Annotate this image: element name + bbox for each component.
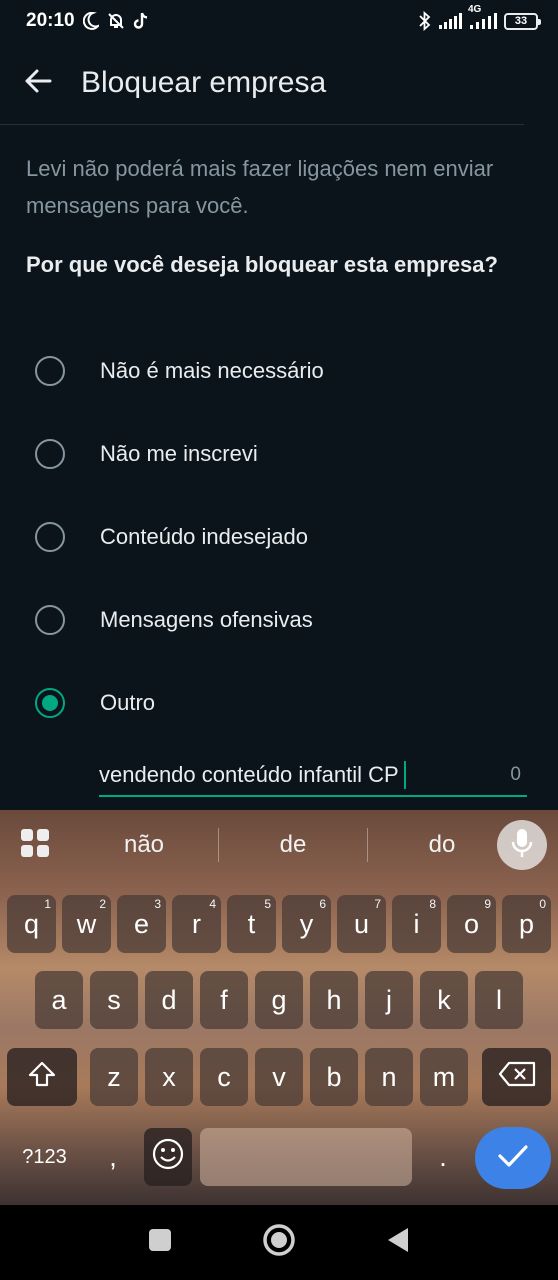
backspace-icon: [498, 1061, 536, 1094]
key-n[interactable]: n: [365, 1048, 413, 1106]
key-r[interactable]: r4: [172, 895, 221, 953]
suggestion-3[interactable]: do: [368, 831, 516, 859]
status-bar: 20:10 4G 33: [0, 0, 558, 42]
radio-button[interactable]: [35, 355, 65, 386]
other-reason-input[interactable]: vendendo conteúdo infantil CP 0: [99, 755, 527, 797]
period-key[interactable]: .: [419, 1128, 467, 1186]
recents-square-icon[interactable]: [148, 1228, 172, 1257]
key-u[interactable]: u7: [337, 895, 386, 953]
key-b[interactable]: b: [310, 1048, 358, 1106]
home-circle-icon[interactable]: [262, 1223, 296, 1262]
key-v[interactable]: v: [255, 1048, 303, 1106]
key-h[interactable]: h: [310, 971, 358, 1029]
signal-4g-icon: 4G: [468, 4, 498, 29]
back-triangle-icon[interactable]: [386, 1226, 410, 1259]
checkmark-icon: [497, 1144, 529, 1173]
network-type-label: 4G: [468, 4, 482, 15]
reason-option-other[interactable]: Outro: [0, 661, 558, 744]
key-e[interactable]: e3: [117, 895, 166, 953]
option-label: Não é mais necessário: [100, 357, 324, 383]
radio-button[interactable]: [35, 438, 65, 469]
key-s[interactable]: s: [90, 971, 138, 1029]
shift-icon: [28, 1061, 56, 1094]
status-icons-right: 4G 33: [418, 4, 541, 31]
key-f[interactable]: f: [200, 971, 248, 1029]
suggestion-1[interactable]: não: [70, 831, 218, 859]
reason-option-offensive-messages[interactable]: Mensagens ofensivas: [0, 578, 558, 661]
block-reason-question: Por que você deseja bloquear esta empres…: [26, 252, 498, 277]
space-key[interactable]: [200, 1128, 412, 1186]
battery-icon: 33: [504, 12, 541, 30]
suggestion-bar: não de do: [0, 810, 558, 880]
option-label: Conteúdo indesejado: [100, 523, 308, 549]
radio-button-selected[interactable]: [35, 687, 65, 718]
status-icons-left: [82, 12, 149, 30]
key-x[interactable]: x: [145, 1048, 193, 1106]
backspace-key[interactable]: [482, 1048, 551, 1106]
key-l[interactable]: l: [475, 971, 523, 1029]
emoji-icon: [152, 1138, 184, 1177]
key-a[interactable]: a: [35, 971, 83, 1029]
tiktok-icon: [133, 12, 149, 30]
bell-off-icon: [107, 12, 125, 30]
moon-icon: [82, 12, 99, 30]
signal-icon: [438, 13, 462, 29]
key-i[interactable]: i8: [392, 895, 441, 953]
char-counter: 0: [510, 764, 521, 785]
radio-button[interactable]: [35, 604, 65, 635]
key-c[interactable]: c: [200, 1048, 248, 1106]
shift-key[interactable]: [7, 1048, 77, 1106]
key-y[interactable]: y6: [282, 895, 331, 953]
reason-option-unwanted-content[interactable]: Conteúdo indesejado: [0, 495, 558, 578]
soft-keyboard: não de do q1 w2 e3 r4 t5 y6 u7 i8 o9 p0 …: [0, 810, 558, 1205]
app-bar: Bloquear empresa: [0, 42, 558, 124]
suggestion-2[interactable]: de: [219, 831, 367, 859]
option-label: Mensagens ofensivas: [100, 606, 313, 632]
key-p[interactable]: p0: [502, 895, 551, 953]
back-button[interactable]: [0, 42, 76, 124]
microphone-icon: [511, 828, 533, 863]
page-title: Bloquear empresa: [81, 66, 327, 99]
block-description: Levi não poderá mais fazer ligações nem …: [26, 156, 494, 218]
key-t[interactable]: t5: [227, 895, 276, 953]
bluetooth-icon: [418, 11, 432, 31]
other-reason-text: vendendo conteúdo infantil CP: [99, 762, 399, 787]
key-q[interactable]: q1: [7, 895, 56, 953]
system-nav-bar: [0, 1205, 558, 1280]
key-d[interactable]: d: [145, 971, 193, 1029]
key-m[interactable]: m: [420, 1048, 468, 1106]
comma-key[interactable]: ,: [89, 1128, 137, 1186]
radio-button[interactable]: [35, 521, 65, 552]
key-g[interactable]: g: [255, 971, 303, 1029]
reason-option-not-needed[interactable]: Não é mais necessário: [0, 329, 558, 412]
keyboard-menu-button[interactable]: [0, 810, 70, 880]
text-cursor: [403, 761, 406, 789]
reason-options: Não é mais necessário Não me inscrevi Co…: [0, 329, 558, 744]
option-label: Não me inscrevi: [100, 440, 258, 466]
symbols-key[interactable]: ?123: [7, 1128, 82, 1186]
grid-icon: [20, 828, 50, 863]
option-label: Outro: [100, 689, 156, 715]
arrow-left-icon: [24, 68, 52, 99]
status-time: 20:10: [26, 10, 75, 31]
voice-input-button[interactable]: [497, 820, 547, 870]
key-z[interactable]: z: [90, 1048, 138, 1106]
header-divider: [0, 124, 524, 125]
emoji-key[interactable]: [144, 1128, 192, 1186]
enter-key[interactable]: [475, 1127, 551, 1189]
key-k[interactable]: k: [420, 971, 468, 1029]
key-o[interactable]: o9: [447, 895, 496, 953]
reason-option-not-subscribed[interactable]: Não me inscrevi: [0, 412, 558, 495]
battery-level: 33: [514, 15, 528, 27]
key-j[interactable]: j: [365, 971, 413, 1029]
key-w[interactable]: w2: [62, 895, 111, 953]
